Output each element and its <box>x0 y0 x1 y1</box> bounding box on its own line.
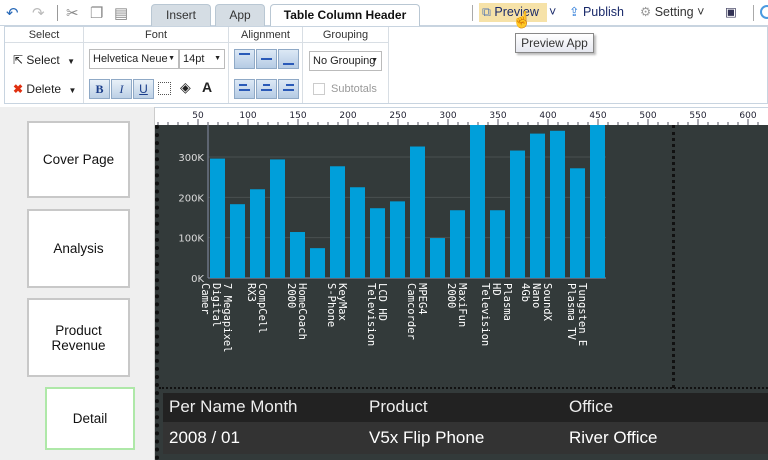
x-tick-label: S-Phone <box>325 283 337 327</box>
bar <box>250 189 265 278</box>
x-tick-label: 2000 <box>445 283 457 308</box>
bar <box>290 232 305 278</box>
bar <box>550 130 565 278</box>
bar <box>330 166 345 278</box>
bar <box>530 133 545 278</box>
bar <box>370 208 385 278</box>
bar <box>470 125 485 278</box>
y-tick-label: 300K <box>178 153 204 164</box>
bar <box>590 125 605 278</box>
bar <box>230 204 245 278</box>
cell-office: River Office <box>569 428 658 447</box>
column-guide <box>672 125 675 388</box>
column-header-month[interactable]: Per Name Month <box>169 393 298 421</box>
bar <box>210 158 225 278</box>
x-tick-label: Camcorder <box>405 283 417 340</box>
bar <box>390 201 405 278</box>
bar <box>510 150 525 278</box>
y-tick-label: 100K <box>178 234 204 245</box>
bar <box>430 238 445 278</box>
bar <box>350 187 365 278</box>
bar <box>270 159 285 278</box>
x-tick-label: Plasma TV <box>565 283 577 341</box>
bar <box>410 146 425 278</box>
y-tick-label: 200K <box>178 193 204 204</box>
x-tick-label: 4Gb <box>519 283 531 302</box>
bar-chart: 0K100K200K300K7 MegapixelDigitalCamer Com… <box>178 125 606 353</box>
column-header-product[interactable]: Product <box>369 393 428 421</box>
x-tick-label: Camer <box>199 283 211 315</box>
cell-product: V5x Flip Phone <box>369 428 485 447</box>
bar <box>570 168 585 278</box>
bar <box>450 210 465 278</box>
x-tick-label: Television <box>479 283 491 346</box>
section-divider <box>159 387 768 389</box>
cell-month: 2008 / 01 <box>169 428 240 447</box>
x-tick-label: 2000 <box>285 283 297 308</box>
bar <box>310 248 325 278</box>
x-tick-label: RX3 <box>245 283 257 302</box>
column-header-office[interactable]: Office <box>569 393 613 421</box>
x-tick-label: Television <box>365 283 377 346</box>
bar <box>490 210 505 278</box>
